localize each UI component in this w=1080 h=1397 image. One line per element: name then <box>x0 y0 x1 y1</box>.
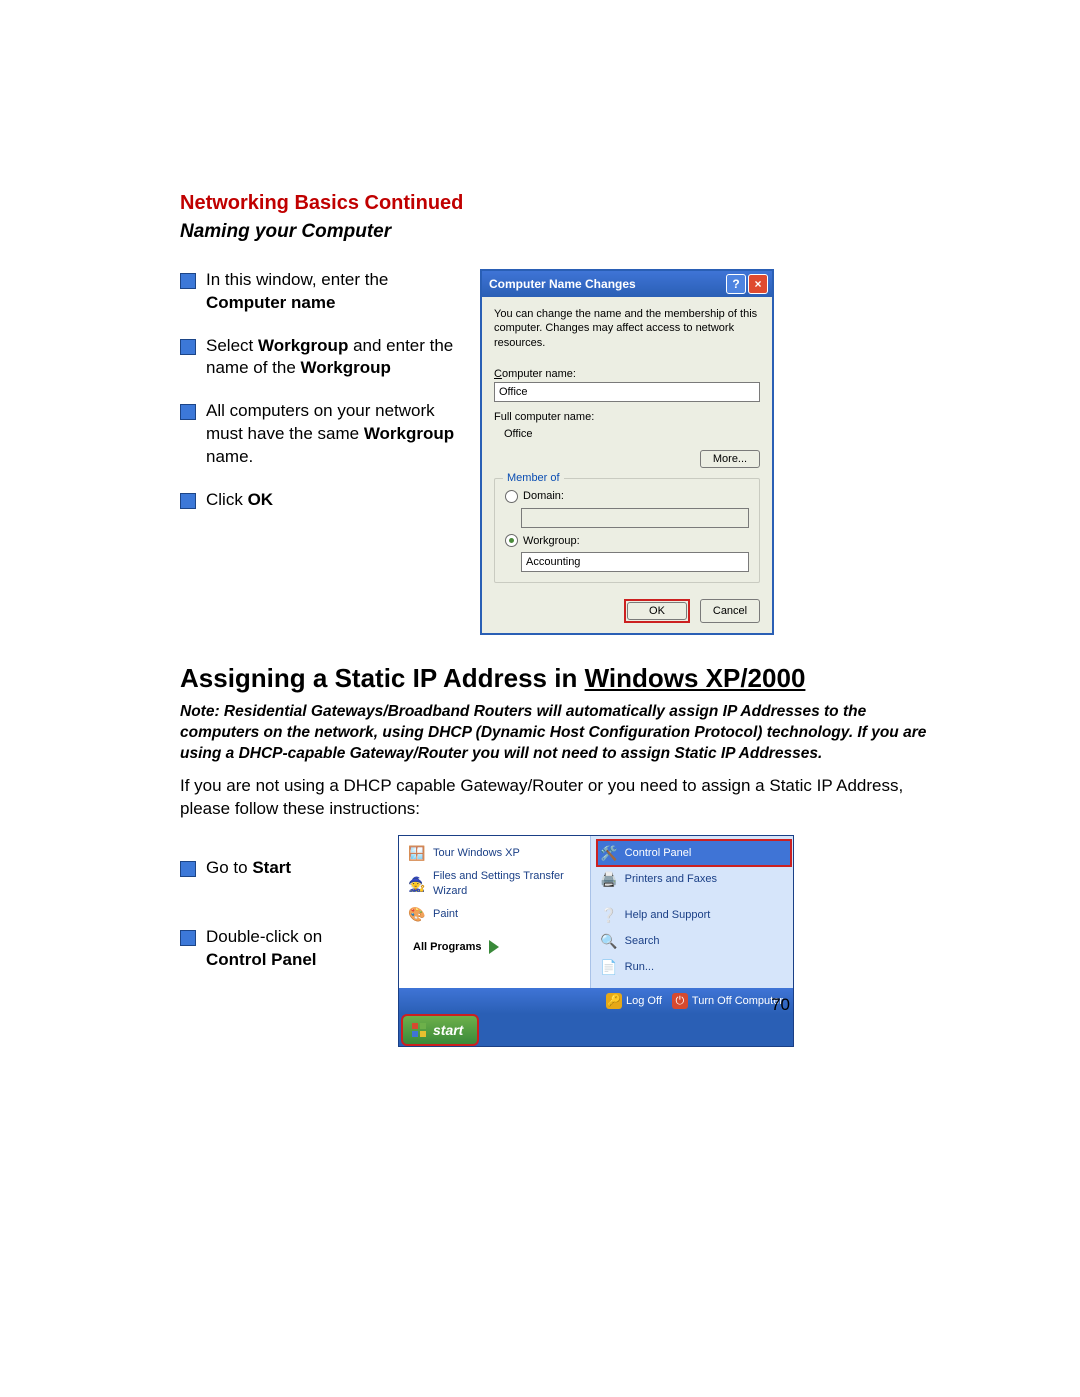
full-computer-name-value: Office <box>494 425 760 444</box>
menu-item-help[interactable]: ❔ Help and Support <box>597 902 791 928</box>
transfer-wizard-icon: 🧙 <box>407 874 427 894</box>
workgroup-input[interactable] <box>521 552 749 572</box>
paragraph: If you are not using a DHCP capable Gate… <box>180 775 930 821</box>
dialog-title: Computer Name Changes <box>489 276 724 292</box>
menu-item-run[interactable]: 📄 Run... <box>597 954 791 980</box>
sub-heading: Naming your Computer <box>180 219 930 245</box>
search-icon: 🔍 <box>599 931 619 951</box>
domain-radio[interactable] <box>505 490 518 503</box>
page-number: 70 <box>771 994 790 1017</box>
arrow-right-icon <box>489 940 499 954</box>
member-of-group: Member of Domain: Workgroup: <box>494 478 760 584</box>
bullet-item: In this window, enter the Computer name <box>180 269 460 315</box>
ok-button-highlight: OK <box>624 599 690 623</box>
square-bullet-icon <box>180 930 196 946</box>
menu-item-paint[interactable]: 🎨 Paint <box>405 902 588 928</box>
start-menu-footer: 🔑Log Off ⏻Turn Off Computer <box>399 988 793 1014</box>
bullet-item: Go to Start <box>180 857 380 880</box>
computer-name-changes-dialog: Computer Name Changes ? × You can change… <box>480 269 774 636</box>
domain-radio-row[interactable]: Domain: <box>505 489 749 504</box>
dialog-titlebar[interactable]: Computer Name Changes ? × <box>482 271 772 297</box>
logoff-button[interactable]: 🔑Log Off <box>606 993 662 1009</box>
close-button[interactable]: × <box>748 274 768 294</box>
help-button[interactable]: ? <box>726 274 746 294</box>
note-text: Note: Residential Gateways/Broadband Rou… <box>180 702 930 765</box>
square-bullet-icon <box>180 861 196 877</box>
control-panel-icon: 🛠️ <box>599 843 619 863</box>
all-programs[interactable]: All Programs <box>413 940 588 955</box>
run-icon: 📄 <box>599 957 619 977</box>
cancel-button[interactable]: Cancel <box>700 599 760 623</box>
computer-name-label: Computer name: <box>494 367 760 382</box>
computer-name-input[interactable] <box>494 382 760 402</box>
help-icon: ❔ <box>599 905 619 925</box>
more-button[interactable]: More... <box>700 450 760 468</box>
bullet-item: Double-click on Control Panel <box>180 926 380 972</box>
bullet-item: All computers on your network must have … <box>180 400 460 469</box>
taskbar: start <box>399 1014 793 1046</box>
domain-input[interactable] <box>521 508 749 528</box>
logoff-icon: 🔑 <box>606 993 622 1009</box>
turnoff-button[interactable]: ⏻Turn Off Computer <box>672 993 783 1009</box>
paint-icon: 🎨 <box>407 905 427 925</box>
full-computer-name-label: Full computer name: <box>494 410 760 425</box>
printer-icon: 🖨️ <box>599 869 619 889</box>
bullet-item: Click OK <box>180 489 460 512</box>
bullet-item: Select Workgroup and enter the name of t… <box>180 335 460 381</box>
workgroup-radio[interactable] <box>505 534 518 547</box>
start-menu: 🪟 Tour Windows XP 🧙 Files and Settings T… <box>398 835 794 1047</box>
power-icon: ⏻ <box>672 993 688 1009</box>
tour-icon: 🪟 <box>407 843 427 863</box>
windows-flag-icon <box>411 1022 427 1038</box>
square-bullet-icon <box>180 273 196 289</box>
menu-item-fst[interactable]: 🧙 Files and Settings Transfer Wizard <box>405 866 588 902</box>
dialog-description: You can change the name and the membersh… <box>494 307 760 352</box>
square-bullet-icon <box>180 404 196 420</box>
menu-item-search[interactable]: 🔍 Search <box>597 928 791 954</box>
start-button[interactable]: start <box>403 1016 477 1044</box>
member-of-legend: Member of <box>503 471 564 486</box>
ok-button[interactable]: OK <box>627 602 687 620</box>
square-bullet-icon <box>180 493 196 509</box>
workgroup-radio-row[interactable]: Workgroup: <box>505 534 749 549</box>
heading-static-ip: Assigning a Static IP Address in Windows… <box>180 661 930 696</box>
square-bullet-icon <box>180 339 196 355</box>
menu-item-tour[interactable]: 🪟 Tour Windows XP <box>405 840 588 866</box>
section-heading: Networking Basics Continued <box>180 190 930 217</box>
menu-item-control-panel[interactable]: 🛠️ Control Panel <box>597 840 791 866</box>
menu-item-printers[interactable]: 🖨️ Printers and Faxes <box>597 866 791 892</box>
